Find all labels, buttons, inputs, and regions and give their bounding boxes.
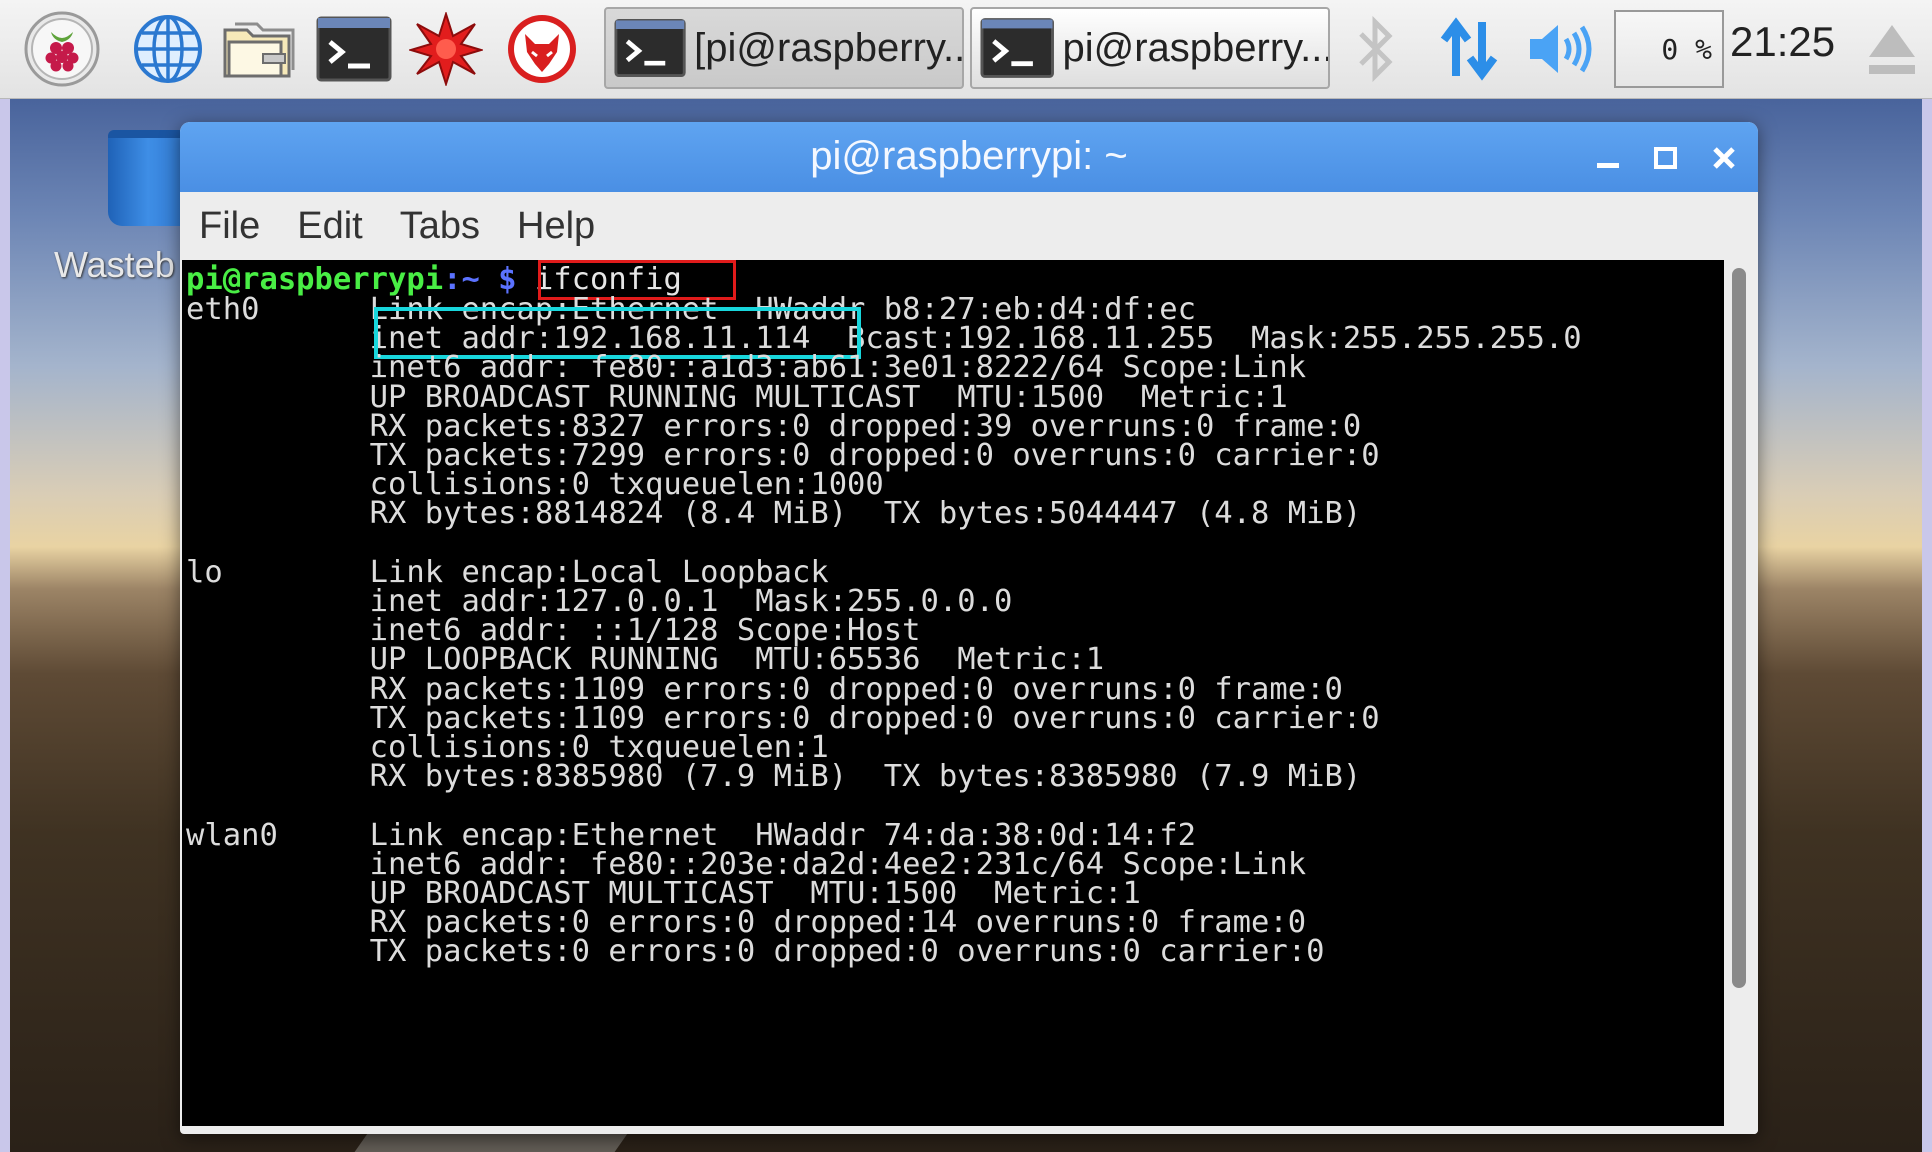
terminal-window: pi@raspberrypi: ~ File Edit Tabs Help pi… xyxy=(180,122,1758,1134)
scrollbar[interactable] xyxy=(1724,260,1758,1134)
file-manager-icon[interactable] xyxy=(218,10,300,88)
web-browser-icon[interactable] xyxy=(128,10,208,88)
maximize-button[interactable] xyxy=(1648,140,1684,176)
maximize-icon xyxy=(1654,147,1677,169)
minimize-button[interactable] xyxy=(1590,140,1626,176)
bluetooth-icon[interactable] xyxy=(1352,10,1398,88)
output-line: RX bytes:8814824 (8.4 MiB) TX bytes:5044… xyxy=(186,496,1362,532)
minimize-icon xyxy=(1597,163,1619,168)
taskbar-button-label: [pi@raspberry... xyxy=(694,25,962,70)
scrollbar-thumb[interactable] xyxy=(1732,268,1746,988)
volume-icon[interactable] xyxy=(1526,10,1596,88)
menu-bar: File Edit Tabs Help xyxy=(180,192,1758,260)
clock[interactable]: 21:25 xyxy=(1730,18,1835,66)
title-bar[interactable]: pi@raspberrypi: ~ xyxy=(180,122,1758,192)
menu-tabs[interactable]: Tabs xyxy=(381,205,498,248)
close-button[interactable] xyxy=(1706,140,1742,176)
cpu-monitor[interactable]: 0 % xyxy=(1614,10,1724,88)
window-title: pi@raspberrypi: ~ xyxy=(810,134,1128,178)
menu-file[interactable]: File xyxy=(180,205,278,248)
terminal-icon[interactable] xyxy=(314,10,394,88)
mathematica-icon[interactable] xyxy=(406,10,486,88)
output-line: RX bytes:8385980 (7.9 MiB) TX bytes:8385… xyxy=(186,759,1362,795)
menu-help[interactable]: Help xyxy=(498,205,613,248)
wolfram-icon[interactable] xyxy=(502,10,582,88)
taskbar-button-terminal-1[interactable]: [pi@raspberry... xyxy=(604,7,964,89)
taskbar-button-terminal-2[interactable]: pi@raspberry... xyxy=(970,7,1330,89)
terminal-icon xyxy=(614,19,686,77)
eject-icon[interactable] xyxy=(1862,10,1922,88)
raspberry-menu-icon[interactable] xyxy=(22,10,102,88)
terminal-icon xyxy=(980,18,1054,78)
wastebasket-label[interactable]: Wasteb xyxy=(54,244,175,286)
menu-edit[interactable]: Edit xyxy=(278,205,380,248)
output-line: TX packets:0 errors:0 dropped:0 overruns… xyxy=(186,934,1325,970)
terminal-output[interactable]: pi@raspberrypi:~ $ ifconfig eth0 Link en… xyxy=(182,260,1724,1126)
network-icon[interactable] xyxy=(1436,10,1502,88)
taskbar-button-label: pi@raspberry... xyxy=(1062,25,1328,70)
close-icon xyxy=(1713,147,1735,169)
top-panel: [pi@raspberry... pi@raspberry... 0 % 21:… xyxy=(0,0,1932,99)
